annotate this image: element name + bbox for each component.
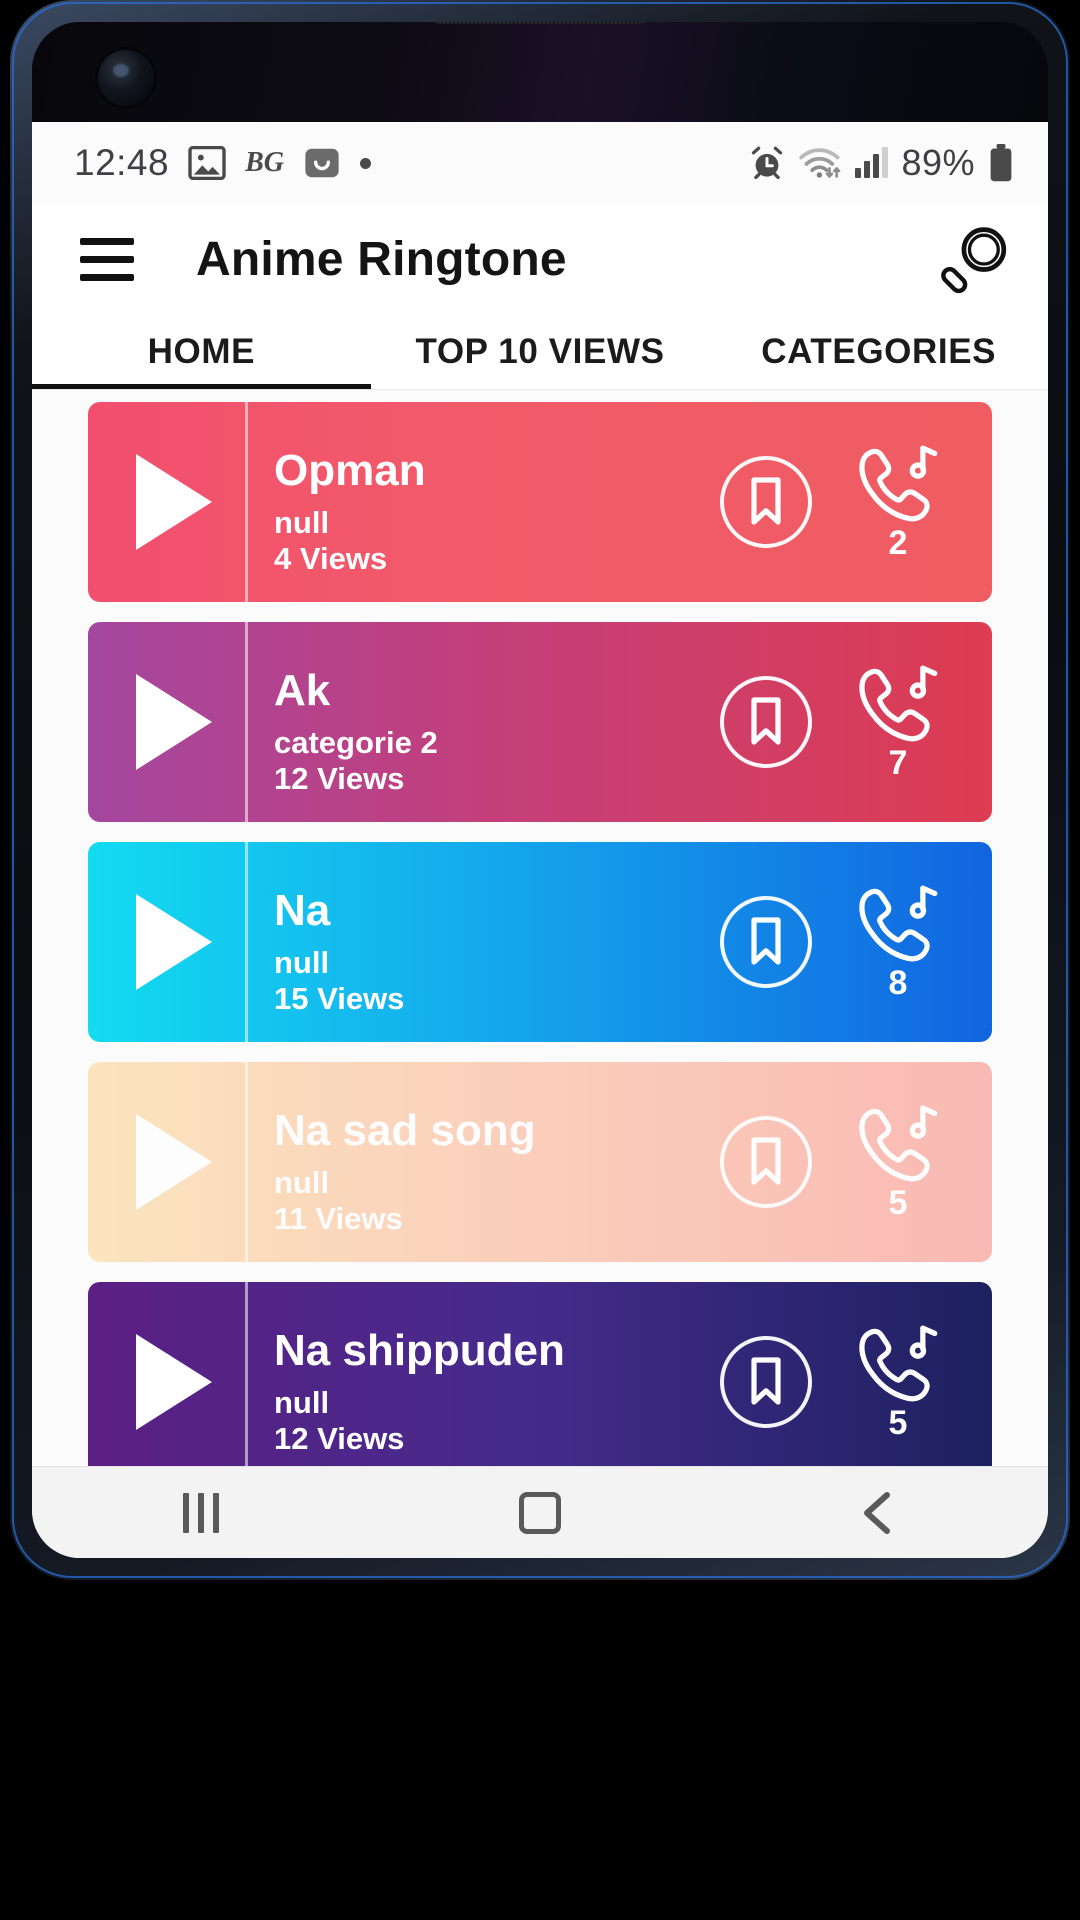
list-item-body: Na null 15 Views <box>248 842 692 1042</box>
ringtone-list[interactable]: Opman null 4 Views 2 Ak categorie 2 12 V… <box>32 390 1048 1466</box>
ringtone-title: Na shippuden <box>274 1326 565 1376</box>
bookmark-icon[interactable] <box>720 456 812 548</box>
status-clock: 12:48 <box>74 142 170 183</box>
play-button[interactable] <box>88 1062 248 1262</box>
tab-top-10-views-label: TOP 10 VIEWS <box>415 331 665 371</box>
wifi-icon <box>798 145 842 181</box>
tab-home[interactable]: HOME <box>32 314 371 389</box>
ringtone-count: 5 <box>888 1184 908 1222</box>
play-button[interactable] <box>88 622 248 822</box>
ringtone-views: 4 Views <box>274 541 388 577</box>
list-item-actions: 2 <box>692 402 992 602</box>
signal-icon <box>855 147 889 178</box>
recents-icon[interactable] <box>126 1467 276 1559</box>
hamburger-icon[interactable] <box>80 237 134 281</box>
ringtone-category: null <box>274 504 330 540</box>
ringtone-title: Na sad song <box>274 1106 536 1156</box>
ringtone-category: null <box>274 1384 330 1420</box>
list-item[interactable]: Na sad song null 11 Views 5 <box>88 1062 992 1262</box>
list-item[interactable]: Opman null 4 Views 2 <box>88 402 992 602</box>
tab-top-10-views[interactable]: TOP 10 VIEWS <box>371 314 710 389</box>
search-icon[interactable] <box>932 216 1018 302</box>
status-bar-right: 89% <box>749 142 1014 184</box>
set-ringtone-button[interactable]: 2 <box>838 444 958 560</box>
battery-percent-label: 89% <box>901 142 975 183</box>
list-item[interactable]: Na null 15 Views 8 <box>88 842 992 1042</box>
set-ringtone-button[interactable]: 8 <box>838 884 958 1000</box>
ringtone-views: 12 Views <box>274 761 405 797</box>
play-icon <box>135 1114 212 1210</box>
bg-text-icon: BG <box>245 147 284 178</box>
front-camera-icon <box>98 50 154 106</box>
set-ringtone-button[interactable]: 5 <box>838 1104 958 1220</box>
ringtone-views: 11 Views <box>274 1201 403 1237</box>
play-button[interactable] <box>88 402 248 602</box>
android-nav-bar <box>32 1466 1048 1558</box>
image-icon <box>188 146 226 180</box>
phone-music-icon <box>859 885 938 962</box>
list-item-body: Ak categorie 2 12 Views <box>248 622 692 822</box>
ringtone-views: 12 Views <box>274 1421 405 1457</box>
list-item-body: Na sad song null 11 Views <box>248 1062 692 1262</box>
page-title: Anime Ringtone <box>196 232 567 286</box>
ringtone-count: 7 <box>888 744 908 782</box>
tab-bar: HOME TOP 10 VIEWS CATEGORIES <box>32 314 1048 390</box>
alarm-icon <box>749 145 785 181</box>
phone-frame: 12:48 BG 89% Anime Ringtone HOME TOP 10 … <box>10 0 1070 1580</box>
battery-icon <box>988 144 1014 182</box>
bookmark-icon[interactable] <box>720 1116 812 1208</box>
ringtone-category: categorie 2 <box>274 724 438 760</box>
dot-icon <box>360 157 371 169</box>
ringtone-count: 8 <box>888 964 908 1002</box>
bookmark-icon[interactable] <box>720 676 812 768</box>
ringtone-count: 2 <box>888 524 908 562</box>
list-item[interactable]: Ak categorie 2 12 Views 7 <box>88 622 992 822</box>
play-icon <box>135 674 212 770</box>
ringtone-title: Opman <box>274 446 426 496</box>
list-item-body: Na shippuden null 12 Views <box>248 1282 692 1466</box>
smiley-bag-icon <box>303 144 341 182</box>
ringtone-category: null <box>274 1164 330 1200</box>
ringtone-title: Ak <box>274 666 331 716</box>
list-item-body: Opman null 4 Views <box>248 402 692 602</box>
play-button[interactable] <box>88 1282 248 1466</box>
ringtone-views: 15 Views <box>274 981 405 1017</box>
set-ringtone-button[interactable]: 5 <box>838 1324 958 1440</box>
status-bar: 12:48 BG 89% <box>32 122 1048 204</box>
tab-categories[interactable]: CATEGORIES <box>709 314 1048 389</box>
app-viewport: 12:48 BG 89% Anime Ringtone HOME TOP 10 … <box>32 122 1048 1558</box>
earpiece-speaker <box>430 22 650 24</box>
list-item-actions: 7 <box>692 622 992 822</box>
bookmark-icon[interactable] <box>720 896 812 988</box>
back-icon[interactable] <box>804 1467 954 1559</box>
phone-music-icon <box>859 1325 938 1402</box>
ringtone-title: Na <box>274 886 331 936</box>
status-bar-left: 12:48 BG <box>74 142 371 184</box>
list-item-actions: 5 <box>692 1282 992 1466</box>
list-item-actions: 8 <box>692 842 992 1042</box>
play-icon <box>135 454 212 550</box>
phone-screen: 12:48 BG 89% Anime Ringtone HOME TOP 10 … <box>32 22 1048 1558</box>
list-item-actions: 5 <box>692 1062 992 1262</box>
play-icon <box>135 894 212 990</box>
tab-home-label: HOME <box>147 331 256 371</box>
phone-music-icon <box>859 445 938 522</box>
set-ringtone-button[interactable]: 7 <box>838 664 958 780</box>
device-bezel-top <box>32 22 1048 122</box>
list-item[interactable]: Na shippuden null 12 Views 5 <box>88 1282 992 1466</box>
phone-music-icon <box>859 1105 938 1182</box>
play-icon <box>135 1334 212 1430</box>
play-button[interactable] <box>88 842 248 1042</box>
ringtone-count: 5 <box>888 1404 908 1442</box>
bookmark-icon[interactable] <box>720 1336 812 1428</box>
tab-categories-label: CATEGORIES <box>761 331 997 371</box>
app-bar: Anime Ringtone <box>32 204 1048 314</box>
phone-music-icon <box>859 665 938 742</box>
ringtone-category: null <box>274 944 330 980</box>
home-icon[interactable] <box>465 1467 615 1559</box>
